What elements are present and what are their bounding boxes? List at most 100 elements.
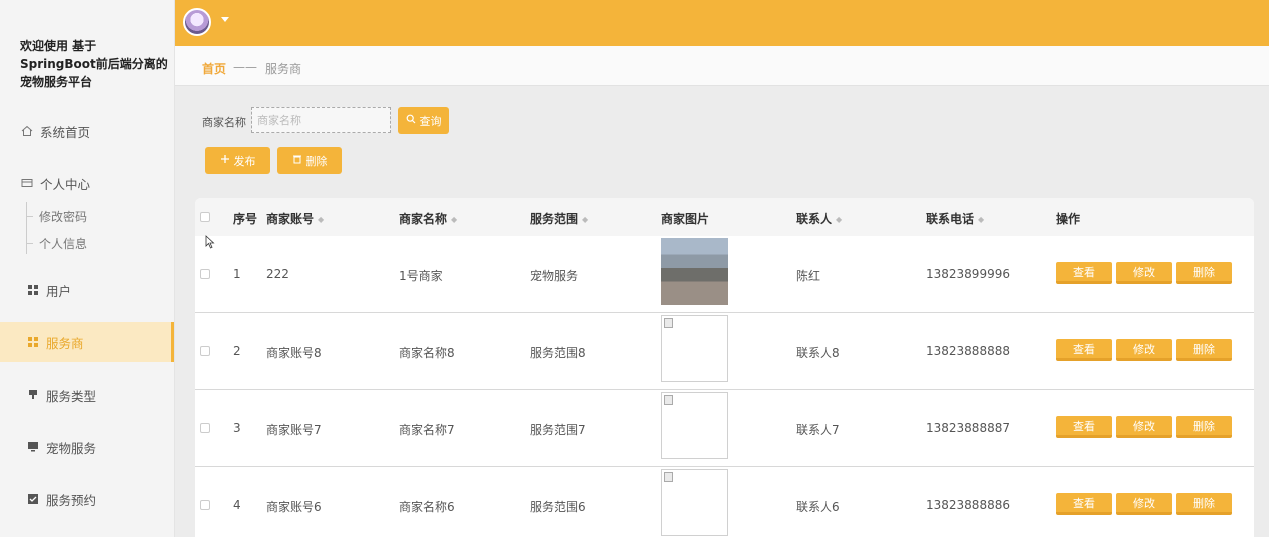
search-label: 商家名称 xyxy=(202,116,246,129)
broken-image-icon xyxy=(664,472,673,482)
table-row: 1 222 1号商家 宠物服务 陈红 13823899996 查看 修改 删除 xyxy=(195,236,1254,313)
select-all-checkbox[interactable] xyxy=(200,212,210,222)
sort-icon[interactable]: ◆ xyxy=(978,215,984,224)
cell-scope: 服务范围8 xyxy=(530,346,586,360)
submenu-change-password[interactable]: 修改密码 xyxy=(26,208,87,225)
search-input[interactable] xyxy=(251,107,391,133)
view-button[interactable]: 查看 xyxy=(1056,493,1112,515)
delete-button[interactable]: 删除 xyxy=(1176,493,1232,515)
column-header-label: 联系电话 xyxy=(926,212,975,226)
breadcrumb-separator: —— xyxy=(233,60,257,74)
breadcrumb: 首页 —— 服务商 xyxy=(175,46,1269,86)
column-header-index: 序号 xyxy=(233,212,258,226)
sidebar-item-profile[interactable]: 个人中心 xyxy=(0,163,174,203)
cell-scope: 服务范围7 xyxy=(530,423,586,437)
plus-icon xyxy=(220,154,230,167)
column-header-image: 商家图片 xyxy=(661,212,710,226)
delete-button[interactable]: 删除 xyxy=(1176,262,1232,284)
cell-phone: 13823888887 xyxy=(926,421,1010,435)
cell-account: 222 xyxy=(266,267,289,281)
sort-icon[interactable]: ◆ xyxy=(836,215,842,224)
cell-phone: 13823888888 xyxy=(926,344,1010,358)
cell-account: 商家账号7 xyxy=(266,423,322,437)
edit-button[interactable]: 修改 xyxy=(1116,416,1172,438)
query-button[interactable]: 查询 xyxy=(398,107,449,134)
column-header-actions: 操作 xyxy=(1056,212,1081,226)
sidebar-item-service-types[interactable]: 服务类型 xyxy=(0,375,174,415)
cell-name: 商家名称8 xyxy=(399,346,455,360)
breadcrumb-home[interactable]: 首页 xyxy=(202,60,226,77)
top-bar xyxy=(175,0,1269,46)
row-checkbox[interactable] xyxy=(200,269,210,279)
view-button[interactable]: 查看 xyxy=(1056,339,1112,361)
provider-image[interactable] xyxy=(661,238,728,305)
column-header-label: 服务范围 xyxy=(530,212,579,226)
sidebar-item-label: 用户 xyxy=(46,283,72,299)
avatar[interactable] xyxy=(183,8,211,36)
sort-icon[interactable]: ◆ xyxy=(318,215,324,224)
grid-icon xyxy=(26,335,40,349)
check-icon xyxy=(26,492,40,506)
cell-index: 3 xyxy=(233,421,241,435)
cell-phone: 13823888886 xyxy=(926,498,1010,512)
cell-index: 4 xyxy=(233,498,241,512)
edit-button[interactable]: 修改 xyxy=(1116,493,1172,515)
cell-contact: 联系人7 xyxy=(796,423,840,437)
sort-icon[interactable]: ◆ xyxy=(451,215,457,224)
cell-scope: 服务范围6 xyxy=(530,500,586,514)
bulk-delete-button[interactable]: 删除 xyxy=(277,147,342,174)
cell-scope: 宠物服务 xyxy=(530,269,579,283)
cell-contact: 陈红 xyxy=(796,269,821,283)
sidebar-item-label: 服务预约 xyxy=(46,492,97,508)
column-header-label: 商家名称 xyxy=(399,212,448,226)
stand-icon xyxy=(26,388,40,402)
provider-image[interactable] xyxy=(661,392,728,459)
edit-button[interactable]: 修改 xyxy=(1116,262,1172,284)
delete-button[interactable]: 删除 xyxy=(1176,416,1232,438)
row-checkbox[interactable] xyxy=(200,346,210,356)
cell-index: 2 xyxy=(233,344,241,358)
view-button[interactable]: 查看 xyxy=(1056,262,1112,284)
sidebar-item-label: 系统首页 xyxy=(40,124,91,140)
publish-button[interactable]: 发布 xyxy=(205,147,270,174)
publish-button-label: 发布 xyxy=(233,154,256,168)
sidebar-item-providers[interactable]: 服务商 xyxy=(0,322,174,362)
sidebar-item-home[interactable]: 系统首页 xyxy=(0,111,174,151)
cell-name: 1号商家 xyxy=(399,269,443,283)
provider-image[interactable] xyxy=(661,469,728,536)
chevron-down-icon[interactable] xyxy=(221,17,229,22)
table-row: 4 商家账号6 商家名称6 服务范围6 联系人6 13823888886 查看 … xyxy=(195,467,1254,537)
column-header-scope[interactable]: 服务范围 ◆ xyxy=(530,210,588,227)
table-row: 2 商家账号8 商家名称8 服务范围8 联系人8 13823888888 查看 … xyxy=(195,313,1254,390)
sidebar-item-pet-services[interactable]: 宠物服务 xyxy=(0,427,174,467)
row-checkbox[interactable] xyxy=(200,423,210,433)
broken-image-icon xyxy=(664,395,673,405)
card-icon xyxy=(20,176,34,190)
provider-image[interactable] xyxy=(661,315,728,382)
sidebar-item-label: 服务类型 xyxy=(46,388,97,404)
table-row: 3 商家账号7 商家名称7 服务范围7 联系人7 13823888887 查看 … xyxy=(195,390,1254,467)
cell-account: 商家账号6 xyxy=(266,500,322,514)
query-button-label: 查询 xyxy=(419,114,442,128)
delete-button[interactable]: 删除 xyxy=(1176,339,1232,361)
view-button[interactable]: 查看 xyxy=(1056,416,1112,438)
table-header: 序号 商家账号 ◆ 商家名称 ◆ 服务范围 ◆ 商家图片 联系人 ◆ 联系电话 ◆ 操作 xyxy=(195,198,1254,236)
cell-phone: 13823899996 xyxy=(926,267,1010,281)
column-header-phone[interactable]: 联系电话 ◆ xyxy=(926,210,984,227)
home-icon xyxy=(20,124,34,138)
edit-button[interactable]: 修改 xyxy=(1116,339,1172,361)
monitor-icon xyxy=(26,440,40,454)
providers-table: 序号 商家账号 ◆ 商家名称 ◆ 服务范围 ◆ 商家图片 联系人 ◆ 联系电话 ◆ 操作 … xyxy=(195,198,1254,537)
cell-name: 商家名称6 xyxy=(399,500,455,514)
sort-icon[interactable]: ◆ xyxy=(582,215,588,224)
sidebar-item-label: 服务商 xyxy=(46,335,84,351)
cell-name: 商家名称7 xyxy=(399,423,455,437)
sidebar-item-appointments[interactable]: 服务预约 xyxy=(0,479,174,519)
sidebar: 欢迎使用 基于SpringBoot前后端分离的宠物服务平台 系统首页 个人中心 … xyxy=(0,0,175,537)
sidebar-item-users[interactable]: 用户 xyxy=(0,270,174,310)
column-header-account[interactable]: 商家账号 ◆ xyxy=(266,210,324,227)
column-header-contact[interactable]: 联系人 ◆ xyxy=(796,210,842,227)
column-header-name[interactable]: 商家名称 ◆ xyxy=(399,210,457,227)
submenu-personal-info[interactable]: 个人信息 xyxy=(26,235,87,252)
row-checkbox[interactable] xyxy=(200,500,210,510)
